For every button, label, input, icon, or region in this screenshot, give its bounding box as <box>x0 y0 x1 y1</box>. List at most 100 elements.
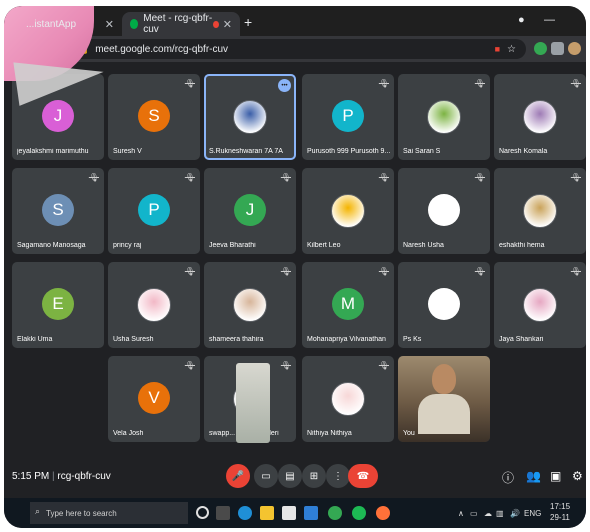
cloud-icon[interactable]: ☁ <box>484 509 492 518</box>
task-view-icon[interactable] <box>196 506 209 519</box>
url-text: meet.google.com/rcg-qbfr-cuv <box>95 43 229 55</box>
new-tab-icon[interactable]: + <box>244 14 252 30</box>
participant-tile[interactable]: You <box>398 356 490 442</box>
network-icon[interactable]: ▥ <box>496 509 504 518</box>
people-icon[interactable]: 👥 <box>526 469 541 483</box>
firefox-icon[interactable] <box>376 506 390 520</box>
more-options-button[interactable]: ⋮ <box>326 464 350 488</box>
info-icon[interactable]: ⓘ <box>502 469 514 486</box>
search-icon: ⌕ <box>35 506 41 516</box>
tab-assistant[interactable]: ...istantApp ✕ <box>4 12 122 36</box>
chat-icon[interactable]: ▣ <box>550 469 561 483</box>
participant-name: Usha Suresh <box>113 336 154 343</box>
participant-tile[interactable]: 🎙 Nithiya Nithiya <box>302 356 394 442</box>
present-button[interactable]: ⊞ <box>302 464 326 488</box>
avatar: M <box>332 288 364 320</box>
avatar: E <box>42 288 74 320</box>
camera-indicator-icon[interactable]: ■ <box>495 44 500 54</box>
speaking-indicator-icon: ••• <box>278 79 291 92</box>
participant-name: Kilbert Leo <box>307 242 341 249</box>
keyboard-language[interactable]: ENG <box>524 509 541 518</box>
leave-call-button[interactable]: ☎ <box>348 464 378 488</box>
participant-tile[interactable]: E Elakki Uma <box>12 262 104 348</box>
participant-tile[interactable]: 🎙 eshakthi hema <box>494 168 586 254</box>
file-explorer-icon[interactable] <box>260 506 274 520</box>
avatar[interactable] <box>568 42 581 55</box>
clock-date[interactable]: 29-11 <box>550 513 570 522</box>
avatar: P <box>332 100 364 132</box>
participant-tile[interactable]: 🎙 Naresh Usha <box>398 168 490 254</box>
participant-name: Jaya Shankari <box>499 336 544 343</box>
avatar <box>137 288 171 322</box>
tab-label: ...istantApp <box>26 18 77 30</box>
clock-time[interactable]: 17:15 <box>550 502 570 511</box>
minimize-icon[interactable]: — <box>544 14 555 26</box>
widgets-icon[interactable] <box>216 506 230 520</box>
avatar: P <box>138 194 170 226</box>
chrome-taskbar-icon[interactable] <box>328 506 342 520</box>
participant-tile[interactable]: S 🎙 Suresh V <box>108 74 200 160</box>
volume-icon[interactable]: 🔊 <box>510 509 520 518</box>
participant-tile[interactable]: 🎙 Ps Ks <box>398 262 490 348</box>
participant-name: Vela Josh <box>113 430 144 437</box>
mic-off-icon: 🎙 <box>378 267 389 276</box>
extension-icon[interactable] <box>534 42 547 55</box>
meeting-time: 5:15 PM | rcg-qbfr-cuv <box>12 471 111 482</box>
participant-tile[interactable]: V 🎙 Vela Josh <box>108 356 200 442</box>
bookmark-star-icon[interactable]: ☆ <box>507 44 516 55</box>
mic-off-icon: 🎙 <box>280 173 291 182</box>
participant-tile[interactable]: P 🎙 Purusoth 999 Purusoth 9... <box>302 74 394 160</box>
participant-tile[interactable]: S 🎙 Sagamano Manosaga <box>12 168 104 254</box>
url-field[interactable]: 🔒 meet.google.com/rcg-qbfr-cuv ■ ☆ <box>68 39 526 59</box>
participant-tile[interactable]: M 🎙 Mohanapriya Vilvanathan <box>302 262 394 348</box>
taskbar-search-input[interactable]: ⌕ Type here to search <box>30 502 188 524</box>
participant-tile[interactable]: 🎙 Naresh Komala <box>494 74 586 160</box>
participant-tile[interactable]: 🎙 Kilbert Leo <box>302 168 394 254</box>
avatar <box>331 382 365 416</box>
participant-name: Purusoth 999 Purusoth 9... <box>307 148 390 155</box>
tray-chevron-icon[interactable]: ∧ <box>458 509 464 518</box>
profile-dot-icon[interactable]: ● <box>518 14 525 26</box>
avatar <box>233 288 267 322</box>
participant-body <box>418 394 470 434</box>
puzzle-icon[interactable] <box>551 42 564 55</box>
participant-name: Naresh Usha <box>403 242 444 249</box>
tab-label: Meet - rcg-qbfr-cuv <box>143 13 213 35</box>
close-icon[interactable]: ✕ <box>105 18 114 31</box>
mic-off-icon: 🎙 <box>474 173 485 182</box>
store-icon[interactable] <box>282 506 296 520</box>
mail-icon[interactable] <box>304 506 318 520</box>
window-frame: ...istantApp ✕ Meet - rcg-qbfr-cuv ✕ + ●… <box>4 6 586 528</box>
mic-toggle-button[interactable]: 🎤 <box>226 464 250 488</box>
participant-tile[interactable]: 🎙 Sai Saran S <box>398 74 490 160</box>
meet-favicon-icon <box>130 19 139 29</box>
mic-off-icon: 🎙 <box>184 267 195 276</box>
participant-tile[interactable]: 🎙 shameera thahira <box>204 262 296 348</box>
edge-icon[interactable] <box>238 506 252 520</box>
mic-off-icon: 🎙 <box>88 173 99 182</box>
taskbar: ⌕ Type here to search ∧ ▭ ☁ ▥ 🔊 ENG 17:1… <box>4 498 586 528</box>
spotify-icon[interactable] <box>352 506 366 520</box>
captions-button[interactable]: ▤ <box>278 464 302 488</box>
camera-toggle-button[interactable]: ▭ <box>254 464 278 488</box>
battery-icon[interactable]: ▭ <box>470 509 478 518</box>
participant-tile[interactable]: 🎙 Jaya Shankari <box>494 262 586 348</box>
avatar <box>523 288 557 322</box>
activities-icon[interactable]: ⚙ <box>572 469 583 483</box>
mic-off-icon: 🎙 <box>184 79 195 88</box>
participant-tile[interactable]: J 🎙 Jeeva Bharathi <box>204 168 296 254</box>
participant-name: shameera thahira <box>209 336 264 343</box>
avatar <box>427 100 461 134</box>
participant-tile[interactable]: P 🎙 princy raj <box>108 168 200 254</box>
participant-tile[interactable]: 🎙 Usha Suresh <box>108 262 200 348</box>
avatar: J <box>234 194 266 226</box>
mic-off-icon: 🎙 <box>570 267 581 276</box>
participant-tile[interactable]: ••• S.Rukneshwaran 7A 7A <box>204 74 296 160</box>
mic-off-icon: 🎙 <box>280 267 291 276</box>
close-icon[interactable]: ✕ <box>223 18 232 31</box>
avatar: S <box>42 194 74 226</box>
avatar: J <box>42 100 74 132</box>
mic-off-icon: 🎙 <box>570 79 581 88</box>
participant-name: Naresh Komala <box>499 148 548 155</box>
tab-meet[interactable]: Meet - rcg-qbfr-cuv ✕ <box>122 12 240 36</box>
